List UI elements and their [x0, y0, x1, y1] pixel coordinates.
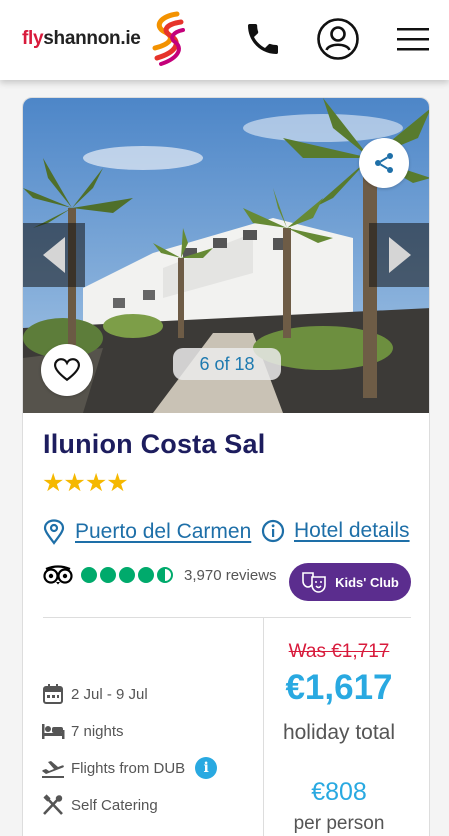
chevron-right-icon	[389, 237, 411, 273]
hotel-details-link[interactable]: Hotel details	[261, 519, 410, 543]
flights-info: Flights from DUB i	[41, 756, 218, 780]
flyshannon-logo[interactable]: flyshannon.ie	[22, 10, 189, 68]
review-score-bubbles	[81, 567, 176, 583]
hotel-card: 6 of 18 Ilunion Costa Sal ★★★★ Puerto de…	[22, 97, 430, 836]
location-text[interactable]: Puerto del Carmen	[75, 520, 251, 544]
total-price: €1,617	[285, 668, 393, 707]
location-pin-icon	[43, 519, 65, 545]
account-icon[interactable]	[315, 16, 361, 62]
logo-swoosh-icon	[152, 11, 185, 66]
nights-text: 7 nights	[71, 722, 124, 740]
dates-text: 2 Jul - 9 Jul	[71, 685, 148, 703]
board-text: Self Catering	[71, 796, 158, 814]
flights-info-icon[interactable]: i	[195, 757, 218, 779]
bed-icon	[42, 724, 65, 739]
tripadvisor-reviews[interactable]: 3,970 reviews	[43, 565, 277, 585]
hotel-name[interactable]: Ilunion Costa Sal	[43, 429, 265, 460]
tripadvisor-owl-icon	[43, 565, 73, 585]
star-rating: ★★★★	[42, 469, 129, 497]
menu-icon[interactable]	[390, 16, 436, 62]
theatre-masks-icon	[302, 572, 326, 593]
board-basis: Self Catering	[41, 793, 158, 817]
cutlery-icon	[43, 794, 63, 815]
gallery-prev-button[interactable]	[23, 223, 85, 287]
info-icon	[261, 519, 285, 543]
was-price: Was €1,717	[288, 641, 390, 662]
calendar-icon	[43, 684, 63, 704]
nights-count: 7 nights	[41, 719, 124, 743]
per-person-price: €808	[311, 778, 367, 806]
kids-club-badge: Kids' Club	[289, 563, 411, 601]
travel-dates: 2 Jul - 9 Jul	[41, 682, 148, 706]
per-person-label: per person	[293, 813, 385, 834]
reviews-count: 3,970 reviews	[184, 566, 277, 584]
favourite-button[interactable]	[41, 344, 93, 396]
flights-text: Flights from DUB	[71, 759, 186, 777]
plane-takeoff-icon	[42, 761, 64, 778]
photo-gallery[interactable]: 6 of 18	[23, 98, 429, 413]
photo-counter: 6 of 18	[173, 348, 281, 380]
share-button[interactable]	[359, 138, 409, 188]
logo-text: flyshannon.ie	[22, 28, 141, 49]
phone-icon[interactable]	[240, 16, 286, 62]
location-link[interactable]: Puerto del Carmen	[43, 519, 251, 545]
site-header: flyshannon.ie	[0, 0, 449, 80]
chevron-left-icon	[43, 237, 65, 273]
price-panel: Was €1,717 €1,617 holiday total €808 per…	[264, 618, 429, 836]
hotel-details-text[interactable]: Hotel details	[294, 519, 410, 543]
kids-club-label: Kids' Club	[335, 574, 399, 590]
heart-icon	[54, 358, 80, 382]
share-icon	[375, 153, 393, 173]
gallery-next-button[interactable]	[369, 223, 429, 287]
total-price-label: holiday total	[282, 721, 396, 744]
